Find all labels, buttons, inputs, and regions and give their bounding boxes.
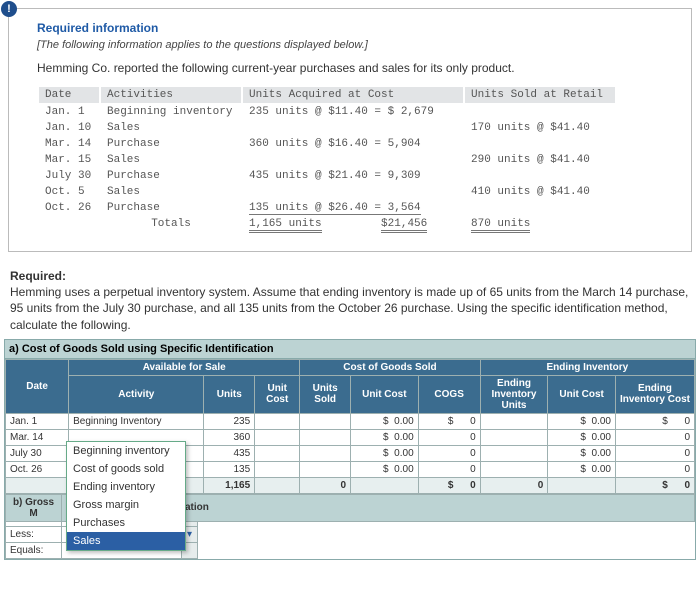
dropdown-option[interactable]: Beginning inventory: [67, 442, 185, 460]
total-units-sold: 0: [300, 477, 351, 493]
info-icon: !: [1, 1, 17, 17]
col-sold: Units Sold at Retail: [465, 87, 615, 103]
col-acquired: Units Acquired at Cost: [243, 87, 463, 103]
required-body: Hemming uses a perpetual inventory syste…: [10, 285, 688, 331]
hdr-date: Date: [6, 359, 69, 413]
end-units-input[interactable]: [480, 413, 548, 429]
section-a-title: a) Cost of Goods Sold using Specific Ide…: [5, 340, 695, 359]
dropdown-option[interactable]: Gross margin: [67, 496, 185, 514]
units-sold-input[interactable]: [300, 413, 351, 429]
hdr-ending-inventory: Ending Inventory: [480, 359, 694, 375]
required-information-panel: ! Required information [The following in…: [8, 8, 692, 252]
activity-cell[interactable]: Beginning Inventory: [69, 413, 204, 429]
dropdown-option-selected[interactable]: Sales: [67, 532, 185, 550]
units-input[interactable]: 235: [204, 413, 255, 429]
dropdown-option[interactable]: Ending inventory: [67, 478, 185, 496]
dropdown-option[interactable]: Purchases: [67, 514, 185, 532]
required-info-subtitle: [The following information applies to th…: [37, 39, 673, 51]
hdr-cost-of-goods-sold: Cost of Goods Sold: [300, 359, 480, 375]
equals-label: Equals:: [6, 542, 62, 558]
less-label: Less:: [6, 526, 62, 542]
dropdown-option[interactable]: Cost of goods sold: [67, 460, 185, 478]
hdr-available-for-sale: Available for Sale: [69, 359, 300, 375]
total-units: 1,165: [204, 477, 255, 493]
section-b-title: b) Gross M: [6, 494, 62, 521]
totals-label: Totals: [101, 217, 241, 231]
col-date: Date: [39, 87, 99, 103]
unit-cost-input[interactable]: [255, 413, 300, 429]
col-activities: Activities: [101, 87, 241, 103]
units-input[interactable]: 435: [204, 445, 255, 461]
required-heading: Required:: [10, 269, 66, 283]
units-input[interactable]: 360: [204, 429, 255, 445]
units-input[interactable]: 135: [204, 461, 255, 477]
required-prompt: Required: Hemming uses a perpetual inven…: [10, 268, 690, 333]
total-end-units: 0: [480, 477, 548, 493]
total-end-cost: $ 0: [615, 477, 694, 493]
table-row: Jan. 1 Beginning Inventory 235 $ 0.00 $ …: [6, 413, 695, 429]
required-info-title: Required information: [37, 21, 673, 35]
transactions-table: Date Activities Units Acquired at Cost U…: [37, 85, 617, 233]
total-cogs: $ 0: [418, 477, 480, 493]
activity-dropdown[interactable]: Beginning inventory Cost of goods sold E…: [66, 441, 186, 551]
required-info-lead: Hemming Co. reported the following curre…: [37, 61, 673, 75]
